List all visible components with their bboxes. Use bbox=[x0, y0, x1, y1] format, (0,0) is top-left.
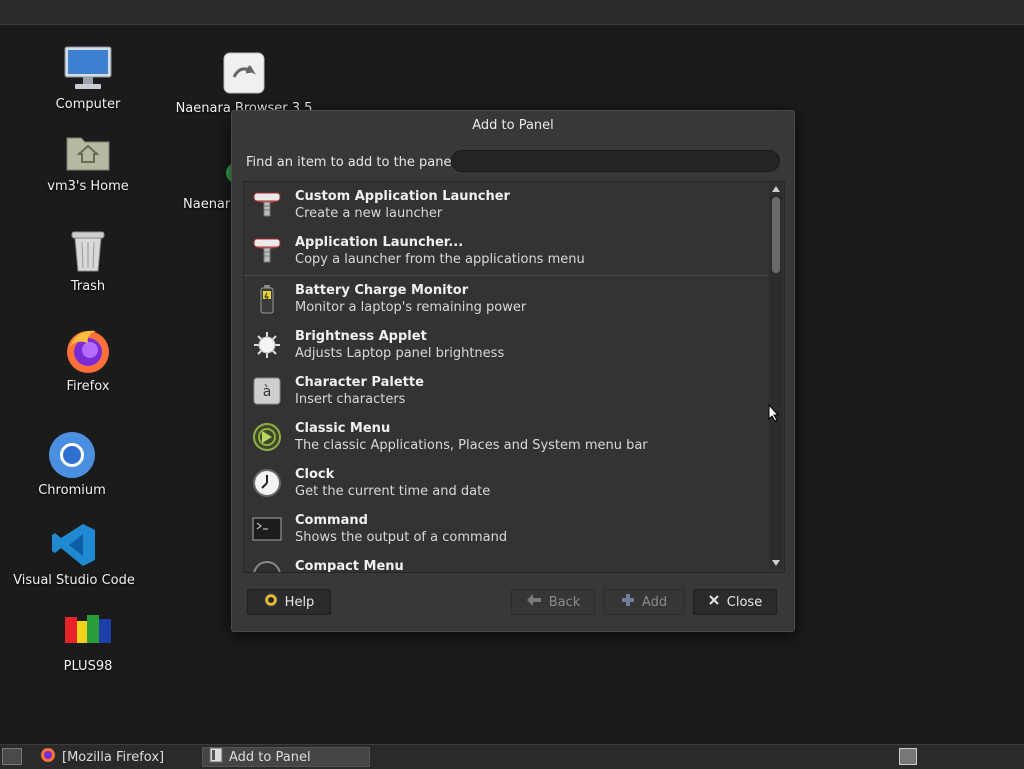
desktop-icon-label: Visual Studio Code bbox=[13, 573, 135, 588]
item-description: Copy a launcher from the applications me… bbox=[295, 252, 585, 267]
character-icon: à bbox=[252, 376, 282, 406]
list-item[interactable]: Compact Menu bbox=[244, 552, 768, 573]
task-label: Add to Panel bbox=[229, 749, 311, 765]
chromium-icon bbox=[46, 431, 98, 479]
help-button-label: Help bbox=[284, 594, 315, 610]
menu-icon bbox=[252, 422, 282, 452]
add-icon bbox=[621, 593, 635, 611]
list-item[interactable]: Brightness Applet Adjusts Laptop panel b… bbox=[244, 322, 768, 368]
home-folder-icon bbox=[62, 127, 114, 175]
list-item[interactable]: Clock Get the current time and date bbox=[244, 460, 768, 506]
task-add-to-panel[interactable]: Add to Panel bbox=[202, 747, 370, 767]
desktop-icon-trash[interactable]: Trash bbox=[18, 227, 158, 294]
item-name: Brightness Applet bbox=[295, 329, 427, 344]
window-icon bbox=[209, 747, 223, 767]
desktop-icon-label: Computer bbox=[55, 97, 121, 112]
list-item[interactable]: Classic Menu The classic Applications, P… bbox=[244, 414, 768, 460]
svg-text:à: à bbox=[263, 384, 272, 400]
bottom-taskbar: [Mozilla Firefox] Add to Panel bbox=[0, 744, 1024, 769]
firefox-icon bbox=[40, 747, 56, 767]
item-description: Insert characters bbox=[295, 392, 406, 407]
battery-icon bbox=[252, 284, 282, 314]
back-arrow-icon bbox=[526, 593, 542, 611]
desktop-icon-computer[interactable]: Computer bbox=[18, 45, 158, 112]
menu-icon bbox=[252, 560, 282, 572]
dialog-title: Add to Panel bbox=[472, 118, 554, 133]
desktop-icon-label: Chromium bbox=[38, 483, 106, 498]
item-name: Character Palette bbox=[295, 375, 424, 390]
task-firefox[interactable]: [Mozilla Firefox] bbox=[34, 747, 198, 767]
item-name: Battery Charge Monitor bbox=[295, 283, 469, 298]
desktop-icon-chromium[interactable]: Chromium bbox=[2, 431, 142, 498]
list-item[interactable]: Application Launcher... Copy a launcher … bbox=[244, 228, 768, 276]
item-name: Custom Application Launcher bbox=[295, 189, 510, 204]
vscode-icon bbox=[48, 521, 100, 569]
close-icon bbox=[708, 594, 720, 610]
back-button-label: Back bbox=[548, 594, 581, 610]
trash-icon bbox=[62, 227, 114, 275]
scroll-down-arrow-icon[interactable] bbox=[772, 560, 780, 566]
desktop-icon-naenara-browser[interactable]: Naenara Browser 3.5 bbox=[174, 49, 314, 116]
applet-list[interactable]: Custom Application Launcher Create a new… bbox=[243, 181, 785, 573]
task-label: [Mozilla Firefox] bbox=[62, 749, 165, 765]
item-description: Get the current time and date bbox=[295, 484, 491, 499]
show-desktop-icon[interactable] bbox=[2, 748, 22, 765]
clock-icon bbox=[252, 468, 282, 498]
launcher-icon bbox=[252, 190, 282, 220]
close-button-label: Close bbox=[726, 594, 763, 610]
list-scrollbar[interactable] bbox=[769, 183, 783, 569]
find-label: Find an item to add to the panel: bbox=[246, 155, 460, 170]
list-item[interactable]: Battery Charge Monitor Monitor a laptop'… bbox=[244, 276, 768, 322]
search-input[interactable] bbox=[451, 150, 780, 172]
item-name: Clock bbox=[295, 467, 335, 482]
firefox-icon bbox=[62, 327, 114, 375]
top-panel bbox=[0, 0, 1024, 25]
help-icon bbox=[264, 593, 278, 611]
workspace-switcher[interactable] bbox=[899, 748, 917, 765]
item-description: Adjusts Laptop panel brightness bbox=[295, 346, 505, 361]
naenara-browser-icon bbox=[218, 49, 270, 97]
item-name: Classic Menu bbox=[295, 421, 391, 436]
brightness-icon bbox=[252, 330, 282, 360]
scroll-up-arrow-icon[interactable] bbox=[772, 186, 780, 192]
help-button[interactable]: Help bbox=[247, 589, 331, 615]
item-name: Application Launcher... bbox=[295, 235, 464, 250]
item-description: The classic Applications, Places and Sys… bbox=[295, 438, 648, 453]
list-item[interactable]: Custom Application Launcher Create a new… bbox=[244, 182, 768, 228]
item-description: Monitor a laptop's remaining power bbox=[295, 300, 527, 315]
desktop-icon-label: Trash bbox=[70, 279, 106, 294]
item-description: Shows the output of a command bbox=[295, 530, 508, 545]
list-item[interactable]: Command Shows the output of a command bbox=[244, 506, 768, 552]
plus98-icon bbox=[62, 607, 114, 655]
desktop-icon-firefox[interactable]: Firefox bbox=[18, 327, 158, 394]
close-button[interactable]: Close bbox=[693, 589, 777, 615]
desktop-icon-label: PLUS98 bbox=[63, 659, 113, 674]
item-name: Compact Menu bbox=[295, 559, 404, 573]
launcher-icon bbox=[252, 236, 282, 266]
terminal-icon bbox=[252, 514, 282, 544]
desktop-icon-vscode[interactable]: Visual Studio Code bbox=[4, 521, 144, 588]
item-name: Command bbox=[295, 513, 368, 528]
scroll-thumb[interactable] bbox=[772, 197, 780, 273]
computer-icon bbox=[62, 45, 114, 93]
add-button[interactable]: Add bbox=[603, 589, 685, 615]
item-description: Create a new launcher bbox=[295, 206, 443, 221]
desktop-icon-label: Firefox bbox=[66, 379, 110, 394]
list-item[interactable]: à Character Palette Insert characters bbox=[244, 368, 768, 414]
back-button[interactable]: Back bbox=[511, 589, 595, 615]
add-button-label: Add bbox=[641, 594, 668, 610]
add-to-panel-dialog: Add to Panel Find an item to add to the … bbox=[231, 110, 795, 632]
mouse-cursor-icon bbox=[768, 403, 780, 426]
desktop-icon-plus98[interactable]: PLUS98 bbox=[18, 607, 158, 674]
